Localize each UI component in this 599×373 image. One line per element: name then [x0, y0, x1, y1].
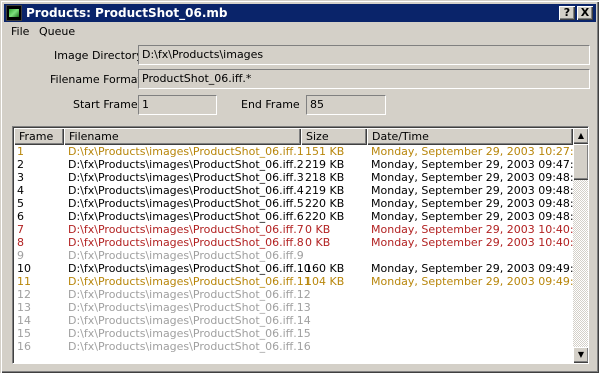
table-row[interactable]: 11 D:\fx\Products\images\ProductShot_06.i…	[14, 275, 573, 288]
cell-size: 0 KB	[305, 236, 331, 249]
cell-filename: D:\fx\Products\images\ProductShot_06.iff…	[68, 340, 311, 353]
column-header-frame[interactable]: Frame	[14, 128, 64, 145]
cell-filename: D:\fx\Products\images\ProductShot_06.iff…	[68, 210, 304, 223]
cell-datetime: Monday, September 29, 2003 09:48:13	[371, 184, 573, 197]
cell-filename: D:\fx\Products\images\ProductShot_06.iff…	[68, 158, 304, 171]
cell-datetime: Monday, September 29, 2003 09:49:03	[371, 262, 573, 275]
cell-frame: 12	[17, 288, 31, 301]
table-row[interactable]: 15 D:\fx\Products\images\ProductShot_06.i…	[14, 327, 573, 340]
cell-frame: 10	[17, 262, 31, 275]
arrow-up-icon[interactable]: ▲	[573, 128, 588, 144]
table-row[interactable]: 1 D:\fx\Products\images\ProductShot_06.if…	[14, 145, 573, 158]
table-row[interactable]: 8 D:\fx\Products\images\ProductShot_06.if…	[14, 236, 573, 249]
cell-size: 104 KB	[305, 275, 345, 288]
cell-filename: D:\fx\Products\images\ProductShot_06.iff…	[68, 262, 311, 275]
cell-datetime: Monday, September 29, 2003 09:48:37	[371, 210, 573, 223]
cell-filename: D:\fx\Products\images\ProductShot_06.iff…	[68, 301, 311, 314]
close-button[interactable]: X	[577, 6, 593, 20]
table-row[interactable]: 2 D:\fx\Products\images\ProductShot_06.if…	[14, 158, 573, 171]
cell-filename: D:\fx\Products\images\ProductShot_06.iff…	[68, 275, 311, 288]
cell-frame: 15	[17, 327, 31, 340]
cell-datetime: Monday, September 29, 2003 09:48:22	[371, 171, 573, 184]
cell-datetime: Monday, September 29, 2003 10:40:55	[371, 236, 573, 249]
cell-filename: D:\fx\Products\images\ProductShot_06.iff…	[68, 327, 311, 340]
list-header: Frame Filename Size Date/Time	[14, 128, 573, 145]
frames-list[interactable]: Frame Filename Size Date/Time 1 D:\fx\Pro…	[12, 126, 589, 364]
table-row[interactable]: 3 D:\fx\Products\images\ProductShot_06.if…	[14, 171, 573, 184]
cell-frame: 2	[17, 158, 24, 171]
cell-datetime: Monday, September 29, 2003 09:47:58	[371, 158, 573, 171]
cell-size: 219 KB	[305, 158, 345, 171]
cell-filename: D:\fx\Products\images\ProductShot_06.iff…	[68, 145, 304, 158]
start-frame-field[interactable]: 1	[138, 95, 217, 115]
arrow-down-icon[interactable]: ▼	[573, 347, 588, 363]
scrollbar-thumb[interactable]	[573, 144, 588, 180]
window-title: Products: ProductShot_06.mb	[26, 6, 228, 20]
table-row[interactable]: 9 D:\fx\Products\images\ProductShot_06.if…	[14, 249, 573, 262]
cell-frame: 5	[17, 197, 24, 210]
cell-filename: D:\fx\Products\images\ProductShot_06.iff…	[68, 249, 304, 262]
cell-frame: 9	[17, 249, 24, 262]
cell-size: 220 KB	[305, 197, 345, 210]
cell-frame: 4	[17, 184, 24, 197]
column-header-size[interactable]: Size	[301, 128, 367, 145]
table-row[interactable]: 10 D:\fx\Products\images\ProductShot_06.i…	[14, 262, 573, 275]
list-rows: 1 D:\fx\Products\images\ProductShot_06.if…	[14, 145, 573, 363]
cell-frame: 8	[17, 236, 24, 249]
cell-size: 220 KB	[305, 210, 345, 223]
cell-filename: D:\fx\Products\images\ProductShot_06.iff…	[68, 197, 304, 210]
cell-filename: D:\fx\Products\images\ProductShot_06.iff…	[68, 171, 304, 184]
cell-frame: 14	[17, 314, 31, 327]
cell-frame: 3	[17, 171, 24, 184]
cell-frame: 6	[17, 210, 24, 223]
table-row[interactable]: 7 D:\fx\Products\images\ProductShot_06.if…	[14, 223, 573, 236]
cell-frame: 7	[17, 223, 24, 236]
end-frame-field[interactable]: 85	[306, 95, 386, 115]
menu-file[interactable]: File	[11, 25, 29, 38]
cell-datetime: Monday, September 29, 2003 09:48:27	[371, 197, 573, 210]
cell-size: 160 KB	[305, 262, 345, 275]
column-header-datetime[interactable]: Date/Time	[367, 128, 573, 145]
table-row[interactable]: 5 D:\fx\Products\images\ProductShot_06.if…	[14, 197, 573, 210]
cell-filename: D:\fx\Products\images\ProductShot_06.iff…	[68, 288, 311, 301]
table-row[interactable]: 16 D:\fx\Products\images\ProductShot_06.i…	[14, 340, 573, 353]
table-row[interactable]: 12 D:\fx\Products\images\ProductShot_06.i…	[14, 288, 573, 301]
filename-format-field[interactable]: ProductShot_06.iff.*	[138, 69, 590, 89]
products-window: Products: ProductShot_06.mb ? X File Que…	[0, 0, 599, 373]
cell-datetime: Monday, September 29, 2003 10:40:55	[371, 223, 573, 236]
help-button[interactable]: ?	[559, 6, 575, 20]
cell-size: 0 KB	[305, 223, 331, 236]
cell-filename: D:\fx\Products\images\ProductShot_06.iff…	[68, 184, 304, 197]
cell-datetime: Monday, September 29, 2003 09:49:03	[371, 275, 573, 288]
cell-datetime: Monday, September 29, 2003 10:27:57	[371, 145, 573, 158]
cell-size: 151 KB	[305, 145, 345, 158]
end-frame-label: End Frame	[241, 98, 300, 111]
cell-size: 218 KB	[305, 171, 345, 184]
cell-frame: 11	[17, 275, 31, 288]
cell-frame: 16	[17, 340, 31, 353]
menu-queue[interactable]: Queue	[39, 25, 75, 38]
image-directory-field[interactable]: D:\fx\Products\images	[138, 45, 590, 65]
filename-format-label: Filename Format	[50, 73, 142, 86]
vertical-scrollbar[interactable]: ▲ ▼	[573, 128, 588, 363]
column-header-filename[interactable]: Filename	[64, 128, 301, 145]
start-frame-label: Start Frame	[73, 98, 138, 111]
cell-filename: D:\fx\Products\images\ProductShot_06.iff…	[68, 223, 304, 236]
image-directory-label: Image Directory	[54, 49, 143, 62]
table-row[interactable]: 13 D:\fx\Products\images\ProductShot_06.i…	[14, 301, 573, 314]
cell-size: 219 KB	[305, 184, 345, 197]
cell-frame: 1	[17, 145, 24, 158]
table-row[interactable]: 4 D:\fx\Products\images\ProductShot_06.if…	[14, 184, 573, 197]
table-row[interactable]: 6 D:\fx\Products\images\ProductShot_06.if…	[14, 210, 573, 223]
title-bar[interactable]: Products: ProductShot_06.mb ? X	[4, 4, 596, 22]
cell-frame: 13	[17, 301, 31, 314]
film-strip-icon	[6, 5, 22, 21]
table-row[interactable]: 14 D:\fx\Products\images\ProductShot_06.i…	[14, 314, 573, 327]
cell-filename: D:\fx\Products\images\ProductShot_06.iff…	[68, 236, 304, 249]
cell-filename: D:\fx\Products\images\ProductShot_06.iff…	[68, 314, 311, 327]
